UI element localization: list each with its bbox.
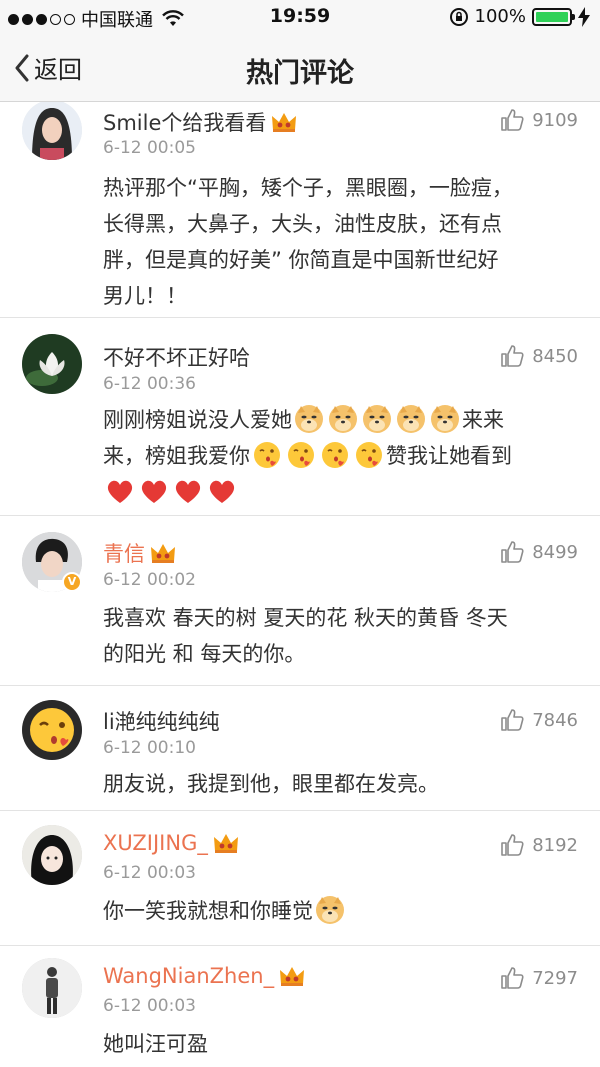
comment-text: 你一笑我就想和你睡觉 (103, 893, 573, 929)
avatar-kiss-emoji-icon[interactable] (22, 700, 82, 760)
avatar-girl-cartoon-icon[interactable] (22, 825, 82, 885)
like-count: 8450 (532, 345, 578, 367)
comment-item: li滟纯纯纯纯 6-12 00:10 7846 朋友说，我提到他，眼里都在发亮。 (0, 686, 600, 811)
status-bar: 中国联通 19:59 100% (0, 0, 600, 34)
verified-badge-icon: V (62, 572, 82, 592)
status-right: 100% (449, 6, 590, 27)
comment-time: 6-12 00:05 (103, 138, 196, 158)
like-button[interactable]: 8499 (500, 540, 578, 564)
kiss-emoji-icon (286, 440, 316, 470)
avatar-man-standing-icon[interactable] (22, 958, 82, 1018)
comment-time: 6-12 00:02 (103, 570, 196, 590)
comment-item: Smile个给我看看 6-12 00:05 9109 热评那个“平胸，矮个子，黑… (0, 102, 600, 318)
avatar-lotus-icon[interactable] (22, 334, 82, 394)
heart-emoji-icon (139, 476, 169, 506)
doge-emoji-icon (315, 895, 345, 925)
rotation-lock-icon (449, 7, 468, 26)
comment-item: V 青信 6-12 00:02 8499 我喜欢 春天的树 夏天的花 秋天的黄昏… (0, 516, 600, 686)
kiss-emoji-icon (354, 440, 384, 470)
crown-icon (212, 831, 240, 855)
comment-username[interactable]: li滟纯纯纯纯 (103, 706, 220, 736)
charging-icon (578, 6, 590, 27)
like-button[interactable]: 7846 (500, 708, 578, 732)
like-button[interactable]: 8450 (500, 344, 578, 368)
doge-emoji-icon (362, 404, 392, 434)
comment-item: XUZIJING_ 6-12 00:03 8192 你一笑我就想和你睡觉 (0, 811, 600, 946)
comment-time: 6-12 00:03 (103, 863, 196, 883)
kiss-emoji-icon (320, 440, 350, 470)
thumbs-up-icon (500, 344, 524, 368)
crown-icon (278, 964, 306, 988)
heart-emoji-icon (207, 476, 237, 506)
kiss-emoji-icon (252, 440, 282, 470)
comment-list[interactable]: Smile个给我看看 6-12 00:05 9109 热评那个“平胸，矮个子，黑… (0, 102, 600, 1067)
comment-time: 6-12 00:10 (103, 738, 196, 758)
comment-text: 刚刚榜姐说没人爱她 来来 来，榜姐我爱你 赞我让她看到 (103, 402, 573, 510)
like-count: 7846 (532, 709, 578, 731)
thumbs-up-icon (500, 540, 524, 564)
thumbs-up-icon (500, 108, 524, 132)
comment-item: WangNianZhen_ 6-12 00:03 7297 她叫汪可盈 (0, 946, 600, 1067)
like-button[interactable]: 7297 (500, 966, 578, 990)
crown-icon (149, 541, 177, 565)
battery-percent: 100% (474, 6, 526, 27)
nav-bar: 返回 热门评论 (0, 34, 600, 102)
comment-username[interactable]: Smile个给我看看 (103, 107, 298, 137)
like-button[interactable]: 9109 (500, 108, 578, 132)
crown-icon (270, 110, 298, 134)
comment-text: 朋友说，我提到他，眼里都在发亮。 (103, 772, 439, 796)
page-title: 热门评论 (246, 58, 354, 89)
battery-icon (532, 7, 575, 26)
like-count: 8499 (532, 541, 578, 563)
like-count: 9109 (532, 109, 578, 131)
like-count: 7297 (532, 967, 578, 989)
comment-time: 6-12 00:36 (103, 374, 196, 394)
heart-emoji-icon (105, 476, 135, 506)
like-count: 8192 (532, 834, 578, 856)
comment-text: 热评那个“平胸，矮个子，黑眼圈，一脸痘， 长得黑，大鼻子，大头，油性皮肤，还有点… (103, 176, 513, 308)
like-button[interactable]: 8192 (500, 833, 578, 857)
doge-emoji-icon (294, 404, 324, 434)
comment-username[interactable]: XUZIJING_ (103, 831, 240, 855)
thumbs-up-icon (500, 966, 524, 990)
thumbs-up-icon (500, 833, 524, 857)
comment-text: 她叫汪可盈 (103, 1032, 208, 1056)
doge-emoji-icon (396, 404, 426, 434)
comment-text: 我喜欢 春天的树 夏天的花 秋天的黄昏 冬天 的阳光 和 每天的你。 (103, 606, 508, 666)
comment-time: 6-12 00:03 (103, 996, 196, 1016)
heart-emoji-icon (173, 476, 203, 506)
comment-username[interactable]: 不好不坏正好哈 (103, 342, 250, 372)
thumbs-up-icon (500, 708, 524, 732)
comment-item: 不好不坏正好哈 6-12 00:36 8450 刚刚榜姐说没人爱她 来来 来，榜姐… (0, 318, 600, 516)
avatar-girl-icon[interactable] (22, 102, 82, 160)
comment-username[interactable]: WangNianZhen_ (103, 964, 306, 988)
doge-emoji-icon (328, 404, 358, 434)
doge-emoji-icon (430, 404, 460, 434)
comment-username[interactable]: 青信 (103, 538, 177, 568)
